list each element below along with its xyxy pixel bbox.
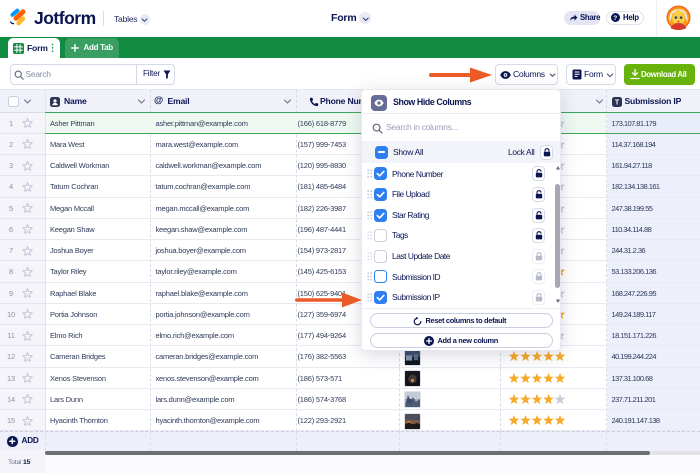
svg-text:T: T (615, 99, 620, 106)
